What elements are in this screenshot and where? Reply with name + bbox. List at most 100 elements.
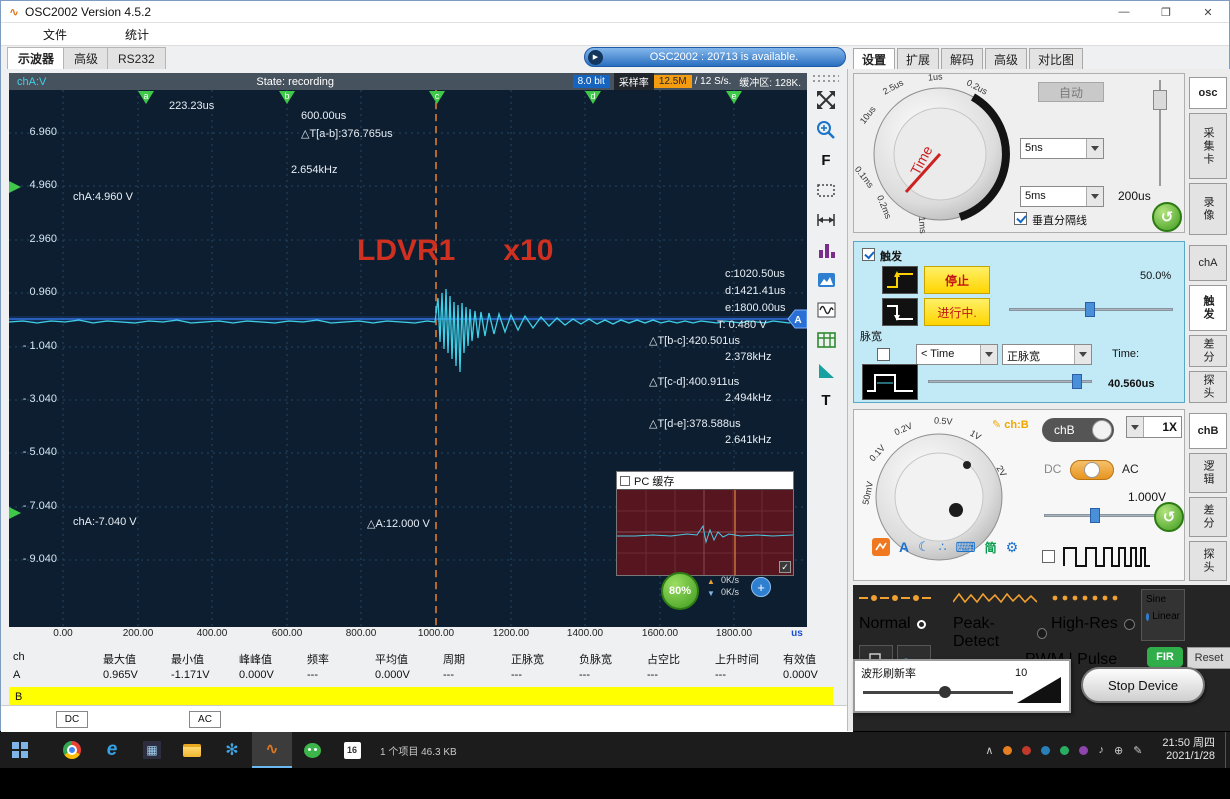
gear-icon[interactable]: ⚙	[1006, 539, 1019, 556]
pulse-width-slider[interactable]	[926, 374, 1094, 390]
taskbar-app-blue-icon[interactable]: ✻	[212, 732, 252, 768]
zoom-in-icon[interactable]	[812, 117, 840, 143]
panel-tab-advanced[interactable]: 高级	[985, 48, 1028, 69]
menu-file[interactable]: 文件	[29, 26, 81, 43]
buffer-progress-button[interactable]: 80%	[661, 572, 699, 610]
pulse-compare-select[interactable]: < Time	[916, 344, 998, 365]
coupling-toggle-knob[interactable]	[1084, 462, 1100, 478]
trigger-enable-checkbox[interactable]	[862, 248, 875, 261]
fir-button[interactable]: FIR	[1147, 647, 1183, 667]
tray-app-green-icon[interactable]	[1060, 745, 1070, 755]
start-button[interactable]	[0, 732, 40, 768]
volt-reset-button[interactable]: ↺	[1154, 502, 1184, 532]
ramp-tool-icon[interactable]	[812, 357, 840, 383]
taskbar-clock[interactable]: 21:50 周四 2021/1/28	[1162, 737, 1215, 763]
side-tab-record[interactable]: 录像	[1189, 183, 1227, 235]
pulse-width-handle[interactable]	[1072, 374, 1082, 389]
coupling-dc-button[interactable]: DC	[56, 711, 88, 728]
interp-tile[interactable]: Sine Linear	[1141, 589, 1185, 641]
horizontal-measure-icon[interactable]	[812, 207, 840, 233]
acq-mode-normal[interactable]: Normal	[859, 591, 949, 639]
update-notification[interactable]: ▶ OSC2002 : 20713 is available.	[584, 47, 846, 67]
measure-row-a[interactable]: A 0.965V -1.171V 0.000V --- 0.000V --- -…	[9, 667, 855, 683]
coupling-toggle[interactable]	[1070, 460, 1114, 480]
refresh-rate-track[interactable]	[863, 691, 1013, 694]
pulse-width-checkbox[interactable]	[877, 348, 891, 361]
measure-row-b[interactable]: B	[9, 687, 833, 705]
tab-advanced[interactable]: 高级	[63, 47, 110, 69]
tray-app-purple-icon[interactable]	[1079, 745, 1089, 755]
waveform-plot[interactable]: a b c d e A 6.960 4.960 2.960 0.960 - 1.…	[8, 90, 808, 627]
tray-pen-icon[interactable]: ✎	[1133, 744, 1142, 757]
radio-hires[interactable]	[1123, 618, 1135, 630]
refresh-rate-handle[interactable]	[939, 686, 951, 698]
screenshot-icon[interactable]	[812, 267, 840, 293]
trigger-running-button[interactable]: 进行中.	[924, 298, 990, 326]
slow-timebase-select[interactable]: 5ms	[1020, 186, 1104, 207]
reset-button[interactable]: Reset	[1187, 647, 1230, 669]
fft-tool-button[interactable]: F	[812, 147, 840, 173]
toolbar-grip[interactable]	[813, 75, 839, 83]
volt-offset-handle[interactable]	[1090, 508, 1100, 523]
side-tab-daq[interactable]: 采集卡	[1189, 113, 1227, 179]
play-icon[interactable]: ▶	[588, 49, 603, 65]
pc-cache-corner-checkbox[interactable]: ✓	[779, 561, 791, 573]
fit-screen-icon[interactable]	[812, 87, 840, 113]
keyboard-icon[interactable]: ⌨	[955, 539, 975, 556]
volt-offset-slider[interactable]	[1042, 508, 1160, 524]
radio-normal[interactable]	[916, 619, 926, 629]
acq-mode-peak[interactable]: Peak-Detect	[952, 591, 1047, 650]
dots-icon[interactable]: ∴	[939, 540, 947, 554]
side-tab-diff-a[interactable]: 差分	[1189, 335, 1227, 367]
side-tab-osc[interactable]: osc	[1189, 77, 1227, 109]
probe-mult-select[interactable]: 1X	[1126, 416, 1182, 438]
stop-device-button[interactable]: Stop Device	[1081, 667, 1205, 703]
pulse-mode-select[interactable]: 正脉宽	[1002, 344, 1092, 365]
add-marker-button[interactable]: +	[751, 577, 771, 597]
panel-tab-settings[interactable]: 设置	[853, 48, 896, 69]
text-tool-icon[interactable]: A	[899, 539, 909, 555]
pwm-view-checkbox[interactable]	[1042, 550, 1055, 563]
pc-cache-checkbox[interactable]	[620, 475, 630, 486]
tray-chevron-icon[interactable]: ∧	[985, 744, 993, 757]
waveform-export-icon[interactable]	[812, 297, 840, 323]
taskbar-calendar-icon[interactable]: 16	[332, 732, 372, 768]
tray-app-orange-icon[interactable]	[1003, 745, 1013, 755]
tray-sound-icon[interactable]: ♪	[1098, 744, 1104, 756]
taskbar-calculator-icon[interactable]: ▦	[132, 732, 172, 768]
timebase-scroll-handle[interactable]	[1153, 90, 1167, 110]
taskbar-osc2002-icon[interactable]: ∿	[252, 732, 292, 768]
chb-toggle[interactable]: chB	[1042, 418, 1114, 442]
taskbar-explorer-icon[interactable]	[172, 732, 212, 768]
spectrum-icon[interactable]	[812, 237, 840, 263]
panel-tab-decode[interactable]: 解码	[941, 48, 984, 69]
close-button[interactable]: ✕	[1187, 1, 1229, 23]
taskbar-wechat-icon[interactable]	[292, 732, 332, 768]
taskbar-chrome-icon[interactable]	[52, 732, 92, 768]
chb-toggle-knob[interactable]	[1092, 420, 1112, 440]
tab-rs232[interactable]: RS232	[107, 47, 166, 69]
pc-cache-panel[interactable]: PC 缓存 ✓	[616, 471, 794, 576]
coupling-ac-button[interactable]: AC	[189, 711, 221, 728]
side-tab-diff-b[interactable]: 差分	[1189, 497, 1227, 537]
trigger-level-slider[interactable]	[1007, 302, 1175, 318]
vertical-divider-checkbox[interactable]	[1014, 212, 1027, 225]
side-tab-cha[interactable]: chA	[1189, 245, 1227, 281]
trigger-level-handle[interactable]	[1085, 302, 1095, 317]
trigger-text-tool[interactable]: T	[812, 387, 840, 413]
radio-peak[interactable]	[1037, 627, 1047, 639]
timebase-scrollbar[interactable]	[1152, 80, 1168, 186]
trigger-edge-falling-button[interactable]	[882, 298, 918, 326]
timebase-knob[interactable]: Time 10us 2.5us 1us 0.2us 0.1ms 0.2ms 1m…	[853, 71, 1018, 234]
chevron-down-icon[interactable]	[1086, 187, 1103, 206]
chevron-down-icon[interactable]	[1074, 345, 1091, 364]
autoset-icon[interactable]	[872, 538, 890, 556]
side-tab-probe-a[interactable]: 探头	[1189, 371, 1227, 403]
menu-statistics[interactable]: 统计	[111, 26, 163, 43]
timebase-reset-button[interactable]: ↺	[1152, 202, 1182, 232]
tray-app-red-icon[interactable]	[1022, 745, 1032, 755]
tab-oscilloscope[interactable]: 示波器	[7, 47, 66, 69]
show-desktop-button[interactable]	[1225, 732, 1230, 768]
chevron-down-icon[interactable]	[980, 345, 997, 364]
trigger-edge-rising-button[interactable]	[882, 266, 918, 294]
